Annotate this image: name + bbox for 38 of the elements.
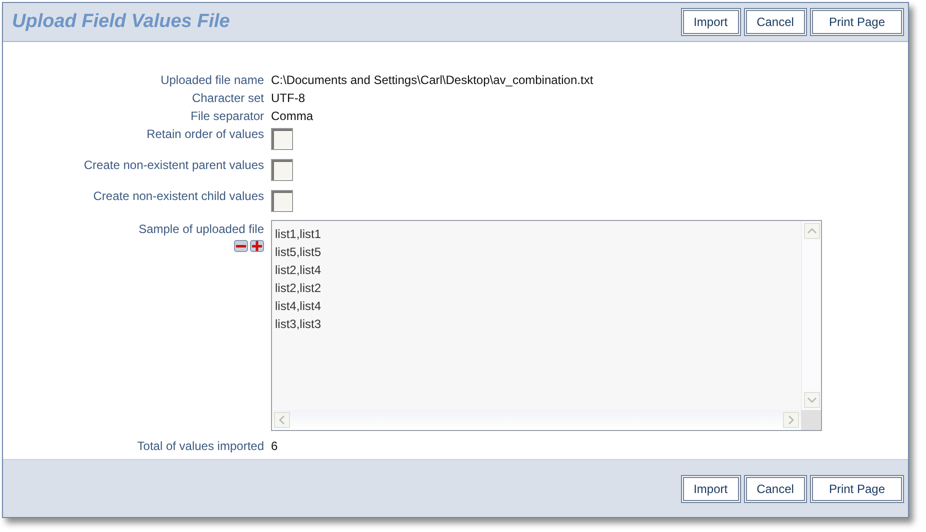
field-label: Uploaded file name	[160, 72, 265, 89]
scroll-down-icon[interactable]	[804, 392, 820, 408]
header-button[interactable]: Import	[680, 8, 741, 36]
checkbox[interactable]	[271, 190, 293, 212]
field-label: Character set	[190, 90, 265, 107]
field-label: Total of values imported	[136, 438, 265, 455]
field-label: Sample of uploaded file	[138, 221, 264, 238]
field-value: UTF-8	[271, 90, 305, 107]
sample-line: list3,list3	[275, 316, 322, 333]
expand-icon[interactable]	[250, 240, 264, 252]
option-label: Create non-existent child values	[92, 188, 265, 205]
option-label: Retain order of values	[146, 126, 265, 143]
option-label: Create non-existent parent values	[82, 157, 265, 174]
sample-line: list4,list4	[275, 298, 322, 315]
vertical-scrollbar[interactable]	[801, 221, 821, 410]
footer-button[interactable]: Import	[680, 474, 741, 502]
scroll-up-icon[interactable]	[804, 223, 820, 239]
field-label: File separator	[190, 108, 265, 125]
sample-line: list5,list5	[275, 244, 322, 261]
footer-button[interactable]: Print Page	[810, 474, 904, 502]
sample-textarea[interactable]: list1,list1 list5,list5 list2,list4 list2,list2 list4,list4 list3,list3	[271, 220, 822, 431]
checkbox[interactable]	[271, 128, 293, 150]
field-value: C:\Documents and Settings\Carl\Desktop\av_combination.txt	[271, 72, 594, 89]
field-value: 6	[271, 438, 278, 455]
sample-line: list2,list2	[275, 280, 322, 297]
window-title: Upload Field Values File	[12, 11, 230, 33]
sample-line: list1,list1	[275, 226, 322, 243]
header-button[interactable]: Print Page	[810, 8, 904, 36]
header-button[interactable]: Cancel	[744, 8, 807, 36]
scrollbar-corner	[801, 410, 821, 430]
scroll-left-icon[interactable]	[274, 412, 290, 428]
scroll-right-icon[interactable]	[783, 412, 799, 428]
sample-line: list2,list4	[275, 262, 322, 279]
footer-button[interactable]: Cancel	[744, 474, 807, 502]
checkbox[interactable]	[271, 159, 293, 181]
field-value: Comma	[271, 108, 314, 125]
collapse-icon[interactable]	[234, 240, 248, 252]
horizontal-scrollbar[interactable]	[272, 410, 801, 430]
